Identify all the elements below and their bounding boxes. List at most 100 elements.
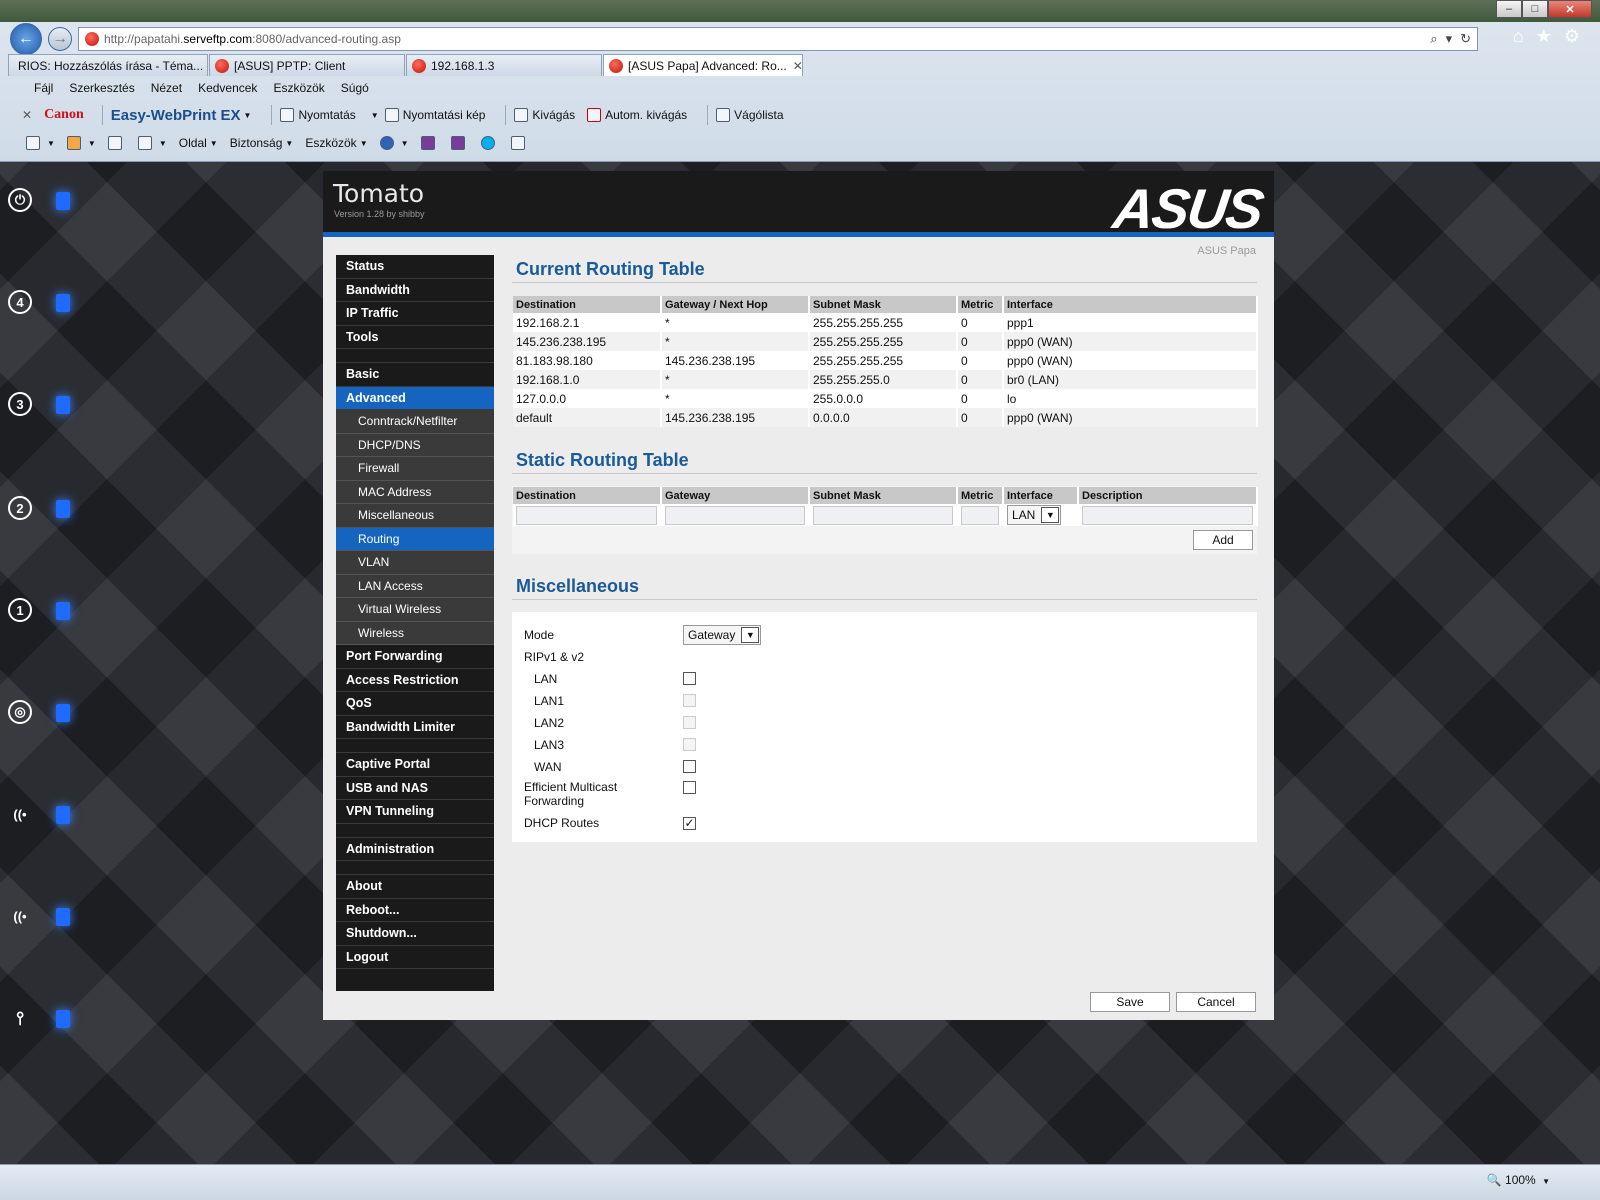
print-button[interactable]: Nyomtatás [280, 108, 356, 122]
sidebar-item-vpn-tunneling[interactable]: VPN Tunneling [336, 800, 494, 824]
tab-rios[interactable]: RIOS: Hozzászólás írása - Téma... [8, 54, 208, 76]
onenote-linked-button[interactable] [450, 136, 469, 150]
close-tab-icon[interactable]: ✕ [787, 59, 802, 73]
sidebar-item-port-forwarding[interactable]: Port Forwarding [336, 645, 494, 669]
home-button[interactable]: ▼ [26, 136, 55, 150]
sidebar-item-shutdown[interactable]: Shutdown... [336, 922, 494, 946]
rip-lan-checkbox[interactable] [683, 672, 696, 685]
sidebar-item-routing[interactable]: Routing [336, 527, 494, 551]
interface-select[interactable]: LAN ▼ [1007, 505, 1062, 525]
page-menu[interactable]: Oldal ▼ [179, 136, 218, 150]
sidebar-item-advanced[interactable]: Advanced [336, 386, 494, 410]
search-icon[interactable]: ⌕ [1430, 31, 1437, 47]
table-cell-interface: ppp1 [1003, 313, 1258, 332]
sidebar-item-usb-and-nas[interactable]: USB and NAS [336, 777, 494, 800]
print-command-button[interactable]: ▼ [137, 136, 167, 150]
onenote-button[interactable] [420, 136, 439, 150]
minimize-button[interactable]: – [1496, 0, 1522, 18]
menu-edit[interactable]: Szerkesztés [61, 78, 142, 98]
sidebar-item-virtual-wireless[interactable]: Virtual Wireless [336, 598, 494, 622]
close-window-button[interactable]: ✕ [1548, 0, 1592, 18]
save-button[interactable]: Save [1090, 992, 1170, 1012]
add-route-button[interactable]: Add [1193, 530, 1253, 550]
sidebar-item-miscellaneous[interactable]: Miscellaneous [336, 504, 494, 528]
sidebar-item-administration[interactable]: Administration [336, 838, 494, 861]
mode-select[interactable]: Gateway ▼ [683, 625, 762, 645]
sidebar-item-about[interactable]: About [336, 875, 494, 899]
emf-checkbox[interactable] [683, 781, 696, 794]
refresh-icon[interactable]: ↻ [1460, 31, 1471, 47]
security-menu[interactable]: Biztonság ▼ [230, 136, 294, 150]
sidebar-item-tools[interactable]: Tools [336, 326, 494, 349]
sidebar-item-bandwidth[interactable]: Bandwidth [336, 279, 494, 302]
sidebar-item-basic[interactable]: Basic [336, 363, 494, 387]
research-button[interactable] [510, 136, 529, 150]
sidebar-item-logout[interactable]: Logout [336, 946, 494, 969]
sidebar-item-qos[interactable]: QoS [336, 692, 494, 716]
print-preview-button[interactable]: ▼ Nyomtatási kép [368, 108, 485, 122]
menu-favorites[interactable]: Kedvencek [190, 78, 265, 98]
emf-label: Efficient Multicast Forwarding [524, 780, 618, 808]
tools-menu[interactable]: Eszközök ▼ [305, 136, 367, 150]
clip-button[interactable]: Kivágás [514, 108, 575, 122]
sidebar-item-reboot[interactable]: Reboot... [336, 899, 494, 922]
sidebar-item-access-restriction[interactable]: Access Restriction [336, 669, 494, 692]
menu-help[interactable]: Súgó [333, 78, 377, 98]
description-input[interactable] [1082, 505, 1253, 525]
tab-192-168-1-3[interactable]: 192.168.1.3 [406, 54, 602, 76]
wifi-5ghz-icon: ((• [13, 806, 27, 822]
back-button[interactable]: ← [10, 23, 42, 55]
gateway-input[interactable] [665, 505, 805, 525]
rip-wan-checkbox[interactable] [683, 760, 696, 773]
menu-tools[interactable]: Eszközök [265, 78, 332, 98]
sidebar-item-dhcp-dns[interactable]: DHCP/DNS [336, 433, 494, 457]
static-route-edit-row: LAN ▼ [513, 504, 1258, 526]
tab-pptp-client[interactable]: [ASUS] PPTP: Client [209, 54, 405, 76]
auto-clip-button[interactable]: Autom. kivágás [587, 108, 687, 122]
mail-button[interactable] [107, 136, 126, 150]
easy-webprint-button[interactable]: Easy-WebPrint EX ▼ [111, 107, 252, 124]
dhcp-routes-label: DHCP Routes [524, 816, 600, 830]
destination-input[interactable] [516, 505, 657, 525]
rip-lan3-checkbox [683, 738, 696, 751]
maximize-button[interactable]: □ [1522, 0, 1548, 18]
sidebar-item-firewall[interactable]: Firewall [336, 457, 494, 481]
metric-input[interactable] [961, 505, 999, 525]
home-icon[interactable]: ⌂ [1513, 26, 1524, 47]
port-1-icon: 1 [8, 598, 32, 622]
column-header-description: Description [1078, 487, 1258, 504]
security-menu-label: Biztonság [229, 136, 283, 150]
dropdown-icon[interactable]: ▾ [1446, 31, 1453, 47]
sidebar-item-conntrack-netfilter[interactable]: Conntrack/Netfilter [336, 410, 494, 434]
cancel-button[interactable]: Cancel [1176, 992, 1256, 1012]
help-button[interactable]: ▼ [379, 136, 409, 150]
sidebar-item-captive-portal[interactable]: Captive Portal [336, 753, 494, 777]
subnet-mask-input[interactable] [813, 505, 953, 525]
close-toolbar-icon[interactable]: ✕ [22, 108, 32, 122]
dhcp-routes-checkbox[interactable]: ✓ [683, 817, 696, 830]
feeds-button[interactable]: ▼ [66, 136, 96, 150]
sidebar-nav: Status Bandwidth IP Traffic Tools Basic Advan… [336, 255, 494, 991]
skype-button[interactable] [480, 136, 499, 150]
forward-button[interactable]: → [48, 27, 72, 51]
favorites-star-icon[interactable]: ★ [1536, 26, 1552, 47]
tab-row: RIOS: Hozzászólás írása - Téma... [ASUS]… [0, 54, 1600, 76]
rip-lan2-checkbox [683, 716, 696, 729]
sidebar-item-mac-address[interactable]: MAC Address [336, 480, 494, 504]
gear-icon[interactable]: ⚙ [1564, 26, 1580, 47]
sidebar-item-status[interactable]: Status [336, 255, 494, 279]
zoom-level[interactable]: 🔍 100% ▼ [1487, 1173, 1550, 1187]
tab-asus-papa-routing[interactable]: [ASUS Papa] Advanced: Ro... ✕ [603, 54, 803, 76]
sidebar-item-lan-access[interactable]: LAN Access [336, 574, 494, 598]
menu-file[interactable]: Fájl [26, 78, 61, 98]
sidebar-item-ip-traffic[interactable]: IP Traffic [336, 302, 494, 326]
clip-list-button[interactable]: Vágólista [716, 108, 784, 122]
sidebar-item-bandwidth-limiter[interactable]: Bandwidth Limiter [336, 716, 494, 739]
sidebar-item-wireless[interactable]: Wireless [336, 621, 494, 645]
table-cell-interface: ppp0 (WAN) [1003, 332, 1258, 351]
page-header: Tomato Version 1.28 by shibby ASUS [323, 171, 1274, 240]
menu-view[interactable]: Nézet [143, 78, 190, 98]
address-bar[interactable]: http://papatahi.serveftp.com:8080/advanc… [78, 27, 1478, 51]
table-cell-metric: 0 [957, 351, 1004, 370]
sidebar-item-vlan[interactable]: VLAN [336, 551, 494, 575]
